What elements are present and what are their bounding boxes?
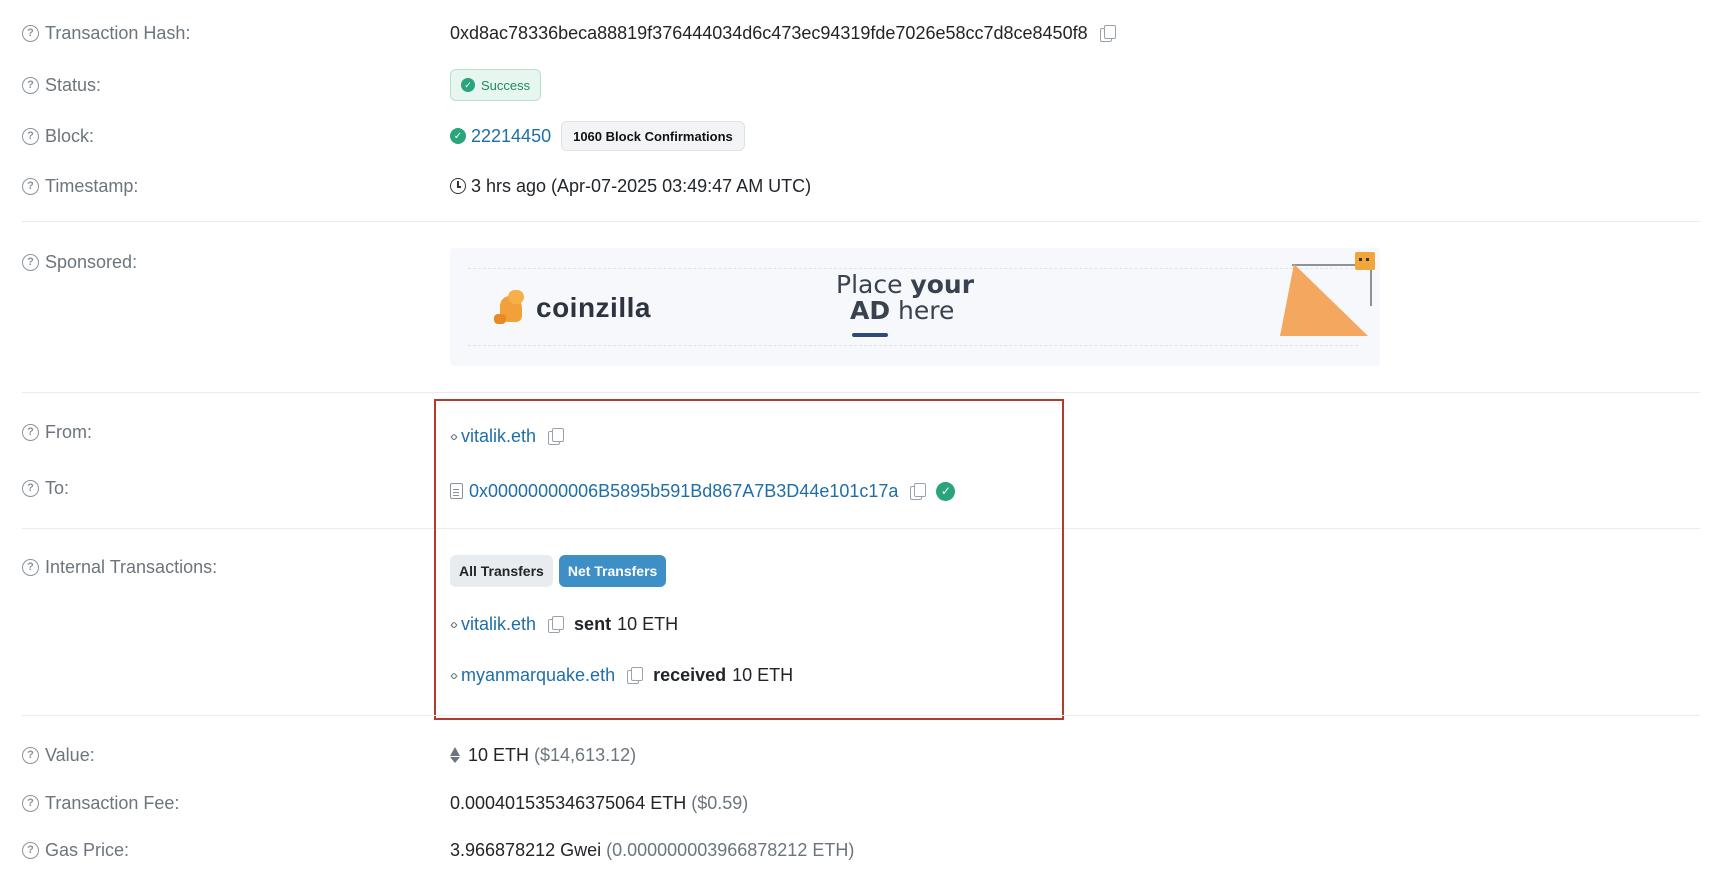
sponsored-ad-banner[interactable]: coinzilla Place your AD here	[450, 248, 1380, 366]
ad-pitch: Place your AD here	[836, 270, 975, 326]
help-icon[interactable]: ?	[22, 423, 39, 441]
ethereum-icon	[450, 747, 460, 763]
ad-robot-icon	[1355, 252, 1375, 270]
help-icon[interactable]: ?	[22, 24, 39, 42]
status-value: ✓ Success	[450, 69, 542, 101]
help-icon[interactable]: ?	[22, 177, 39, 195]
block-confirmations-badge: 1060 Block Confirmations	[561, 121, 745, 151]
internal-transactions-label: ? Internal Transactions:	[22, 555, 217, 579]
ad-decoration	[1370, 264, 1372, 306]
highlight-box	[434, 399, 1064, 720]
check-circle-icon: ✓	[450, 128, 466, 144]
block-label: ? Block:	[22, 124, 94, 148]
ad-paper-plane-icon	[1280, 264, 1368, 336]
sponsored-label: ? Sponsored:	[22, 250, 137, 274]
help-icon[interactable]: ?	[22, 841, 39, 859]
transaction-fee-value: 0.000401535346375064 ETH ($0.59)	[450, 792, 749, 813]
value-usd: ($14,613.12)	[534, 744, 637, 765]
ad-brand: coinzilla	[494, 288, 651, 328]
value-value: 10 ETH ($14,613.12)	[450, 743, 636, 767]
timestamp-value: 3 hrs ago (Apr-07-2025 03:49:47 AM UTC)	[450, 174, 811, 198]
help-icon[interactable]: ?	[22, 794, 39, 812]
status-label: ? Status:	[22, 73, 101, 97]
timestamp-label: ? Timestamp:	[22, 174, 138, 198]
gas-eth: (0.000000003966878212 ETH)	[606, 839, 855, 860]
help-icon[interactable]: ?	[22, 253, 39, 271]
divider	[22, 715, 1700, 716]
help-icon[interactable]: ?	[22, 479, 39, 497]
block-number-link[interactable]: 22214450	[471, 126, 551, 147]
gas-price-label: ? Gas Price:	[22, 838, 129, 862]
fee-usd: ($0.59)	[691, 792, 749, 813]
divider	[22, 392, 1700, 393]
help-icon[interactable]: ?	[22, 558, 39, 576]
gas-price-value: 3.966878212 Gwei (0.000000003966878212 E…	[450, 839, 855, 860]
transaction-fee-label: ? Transaction Fee:	[22, 791, 179, 815]
to-label: ? To:	[22, 476, 69, 500]
transaction-hash-label: ? Transaction Hash:	[22, 21, 190, 45]
transaction-hash-text: 0xd8ac78336beca88819f376444034d6c473ec94…	[450, 22, 1088, 43]
transaction-hash-value: 0xd8ac78336beca88819f376444034d6c473ec94…	[450, 21, 1116, 45]
coinzilla-logo-icon	[494, 288, 528, 328]
ad-underline	[852, 333, 888, 337]
from-label: ? From:	[22, 420, 92, 444]
divider	[22, 221, 1700, 222]
help-icon[interactable]: ?	[22, 746, 39, 764]
help-icon[interactable]: ?	[22, 76, 39, 94]
check-circle-icon: ✓	[461, 78, 475, 92]
block-value: ✓ 22214450 1060 Block Confirmations	[450, 121, 745, 151]
help-icon[interactable]: ?	[22, 127, 39, 145]
ad-brand-name: coinzilla	[536, 292, 651, 323]
clock-icon	[450, 178, 466, 194]
value-label: ? Value:	[22, 743, 95, 767]
copy-icon[interactable]	[1099, 25, 1116, 42]
status-badge: ✓ Success	[450, 69, 542, 101]
